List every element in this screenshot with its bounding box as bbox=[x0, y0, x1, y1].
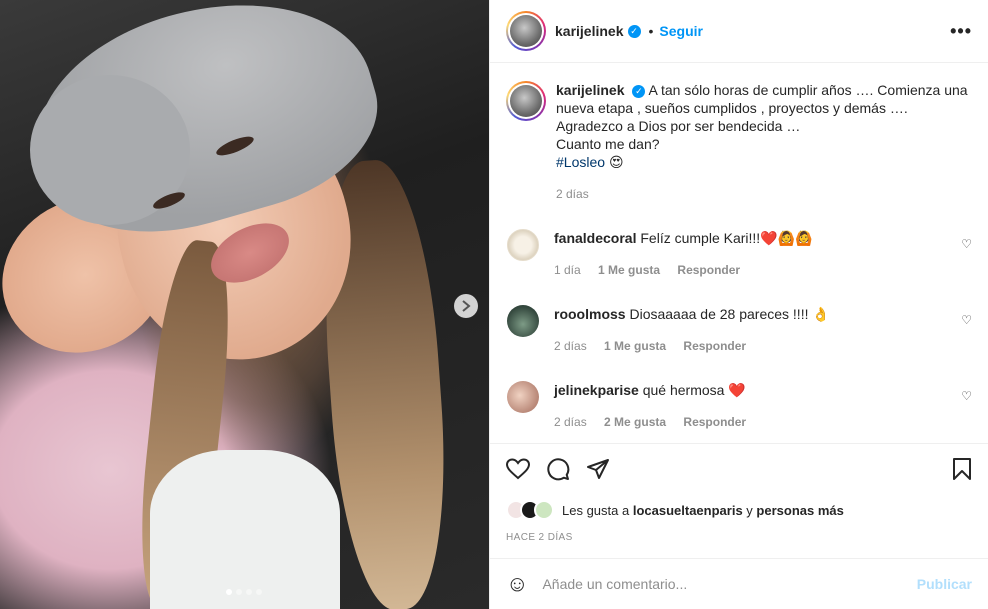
comment-time[interactable]: 2 días bbox=[554, 339, 587, 353]
comment-like-heart-icon[interactable]: ♡ bbox=[961, 389, 972, 403]
comment-text: Diosaaaaa de 28 pareces !!!! 👌 bbox=[629, 306, 830, 322]
post-header: karijelinek ✓ • Seguir ••• bbox=[490, 0, 988, 63]
likes-summary: Les gusta a locasueltaenparis y personas… bbox=[506, 500, 972, 520]
more-options-icon[interactable]: ••• bbox=[950, 21, 972, 42]
comment-item: rooolmoss Diosaaaaa de 28 pareces !!!! 👌… bbox=[506, 305, 972, 355]
photo-shirt bbox=[150, 450, 340, 609]
verified-icon: ✓ bbox=[627, 24, 641, 38]
comment-likes[interactable]: 2 Me gusta bbox=[604, 415, 666, 429]
follow-button[interactable]: Seguir bbox=[659, 23, 703, 39]
caption-time[interactable]: 2 días bbox=[556, 185, 972, 203]
caption-avatar[interactable] bbox=[506, 81, 546, 121]
bullet-separator: • bbox=[648, 23, 654, 39]
comment-username[interactable]: rooolmoss bbox=[554, 306, 626, 322]
liker-avatar bbox=[534, 500, 554, 520]
verified-icon: ✓ bbox=[632, 84, 646, 98]
caption-hashtag[interactable]: #Losleo bbox=[556, 154, 605, 170]
share-icon[interactable] bbox=[586, 457, 610, 486]
post-timestamp[interactable]: HACE 2 DÍAS bbox=[506, 532, 972, 543]
comment-avatar[interactable] bbox=[507, 381, 539, 413]
comment-icon[interactable] bbox=[546, 457, 570, 486]
comment-item: fanaldecoral Felíz cumple Kari!!!❤️🙆🙆 1 … bbox=[506, 229, 972, 279]
reply-button[interactable]: Responder bbox=[683, 339, 746, 353]
next-slide-button[interactable] bbox=[454, 294, 478, 318]
other-likers-link[interactable]: personas más bbox=[756, 503, 843, 518]
comment-text: qué hermosa ❤️ bbox=[642, 382, 746, 398]
publish-button[interactable]: Publicar bbox=[917, 576, 972, 592]
comment-likes[interactable]: 1 Me gusta bbox=[604, 339, 666, 353]
author-username[interactable]: karijelinek bbox=[555, 23, 624, 39]
comment-input[interactable] bbox=[542, 576, 903, 592]
comment-avatar[interactable] bbox=[507, 305, 539, 337]
comment-likes[interactable]: 1 Me gusta bbox=[598, 263, 660, 277]
carousel-dot bbox=[236, 589, 242, 595]
comment-item: jelinekparise qué hermosa ❤️ 2 días 2 Me… bbox=[506, 381, 972, 431]
author-avatar[interactable] bbox=[506, 11, 546, 51]
post-actions: Les gusta a locasueltaenparis y personas… bbox=[490, 443, 988, 543]
comment-text: Felíz cumple Kari!!!❤️🙆🙆 bbox=[640, 230, 813, 246]
comments-section[interactable]: karijelinek ✓ A tan sólo horas de cumpli… bbox=[490, 63, 988, 443]
reply-button[interactable]: Responder bbox=[683, 415, 746, 429]
carousel-dot bbox=[246, 589, 252, 595]
add-comment-bar: ☺ Publicar bbox=[490, 558, 988, 609]
like-icon[interactable] bbox=[505, 457, 531, 485]
carousel-dot bbox=[226, 589, 232, 595]
reply-button[interactable]: Responder bbox=[677, 263, 740, 277]
carousel-dots bbox=[226, 589, 262, 595]
comment-time[interactable]: 1 día bbox=[554, 263, 581, 277]
likes-prefix: Les gusta a bbox=[562, 502, 630, 518]
comment-like-heart-icon[interactable]: ♡ bbox=[961, 313, 972, 327]
comment-time[interactable]: 2 días bbox=[554, 415, 587, 429]
caption-emoji: 😍 bbox=[608, 154, 624, 170]
carousel-dot bbox=[256, 589, 262, 595]
emoji-icon[interactable]: ☺ bbox=[506, 571, 528, 597]
comment-username[interactable]: jelinekparise bbox=[554, 382, 639, 398]
post-side-panel: karijelinek ✓ • Seguir ••• karijelinek ✓… bbox=[489, 0, 988, 609]
comment-username[interactable]: fanaldecoral bbox=[554, 230, 636, 246]
caption-username[interactable]: karijelinek bbox=[556, 82, 625, 98]
post-photo[interactable] bbox=[0, 0, 489, 609]
comment-like-heart-icon[interactable]: ♡ bbox=[961, 237, 972, 251]
liker-username[interactable]: locasueltaenparis bbox=[633, 503, 743, 518]
likes-mid: y bbox=[746, 502, 753, 518]
caption-text-2: Cuanto me dan? bbox=[556, 136, 660, 152]
bookmark-icon[interactable] bbox=[952, 457, 972, 486]
chevron-right-icon bbox=[462, 300, 471, 312]
comment-avatar[interactable] bbox=[507, 229, 539, 261]
post-caption: karijelinek ✓ A tan sólo horas de cumpli… bbox=[506, 81, 972, 203]
